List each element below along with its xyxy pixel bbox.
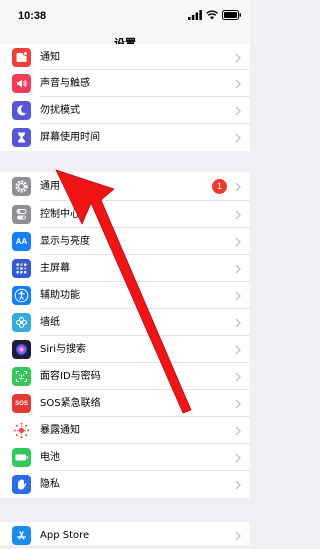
moon-icon: [12, 101, 31, 120]
hourglass-icon: [12, 128, 31, 147]
settings-group-2: 通用 1 控制中心 AA 显示与亮度 主屏幕 辅助功能 墙纸 Siri与搜索 面…: [0, 172, 250, 498]
row-label: 通知: [40, 52, 60, 63]
row-label: 电池: [40, 452, 60, 463]
text-size-icon: AA: [12, 232, 31, 251]
settings-row-face-id[interactable]: 面容ID与密码: [0, 363, 250, 390]
chevron-right-icon: [235, 182, 241, 192]
face-id-icon: [12, 367, 31, 386]
settings-row-sos[interactable]: SOS SOS紧急联络: [0, 390, 250, 417]
settings-group-1: 通知 声音与触感 勿扰模式 屏幕使用时间: [0, 44, 250, 151]
chevron-right-icon: [235, 531, 241, 541]
settings-row-general[interactable]: 通用 1: [0, 172, 250, 201]
battery-icon: [222, 10, 241, 20]
chevron-right-icon: [235, 79, 241, 89]
row-label: 暴露通知: [40, 425, 80, 436]
gear-icon: [12, 177, 31, 196]
chevron-right-icon: [235, 318, 241, 328]
sos-icon: SOS: [12, 394, 31, 413]
status-bar: 10:38: [0, 0, 250, 30]
signal-icon: [188, 10, 202, 20]
notification-badge: 1: [212, 179, 227, 194]
app-grid-icon: [12, 259, 31, 278]
status-time: 10:38: [18, 10, 47, 22]
chevron-right-icon: [235, 291, 241, 301]
toggles-icon: [12, 205, 31, 224]
settings-row-sounds[interactable]: 声音与触感: [0, 70, 250, 97]
flower-icon: [12, 313, 31, 332]
chevron-right-icon: [235, 426, 241, 436]
settings-row-control-center[interactable]: 控制中心: [0, 201, 250, 228]
settings-row-notifications[interactable]: 通知: [0, 44, 250, 70]
settings-row-siri[interactable]: Siri与搜索: [0, 336, 250, 363]
settings-row-home-screen[interactable]: 主屏幕: [0, 255, 250, 282]
notifications-icon: [12, 48, 31, 67]
speaker-icon: [12, 74, 31, 93]
battery-setting-icon: [12, 448, 31, 467]
settings-row-accessibility[interactable]: 辅助功能: [0, 282, 250, 309]
row-label: 隐私: [40, 479, 60, 490]
chevron-right-icon: [235, 399, 241, 409]
chevron-right-icon: [235, 480, 241, 490]
row-label: 通用: [40, 181, 60, 192]
app-store-icon: [12, 526, 31, 545]
chevron-right-icon: [235, 210, 241, 220]
settings-row-exposure[interactable]: 暴露通知: [0, 417, 250, 444]
row-label: 控制中心: [40, 209, 80, 220]
settings-row-battery[interactable]: 电池: [0, 444, 250, 471]
chevron-right-icon: [235, 453, 241, 463]
row-label: 显示与亮度: [40, 236, 90, 247]
row-label: 勿扰模式: [40, 105, 80, 116]
chevron-right-icon: [235, 133, 241, 143]
row-label: App Store: [40, 530, 90, 541]
settings-row-privacy[interactable]: 隐私: [0, 471, 250, 498]
wifi-icon: [206, 10, 218, 20]
siri-icon: [12, 340, 31, 359]
row-label: 声音与触感: [40, 78, 90, 89]
settings-row-dnd[interactable]: 勿扰模式: [0, 97, 250, 124]
settings-row-wallpaper[interactable]: 墙纸: [0, 309, 250, 336]
accessibility-icon: [12, 286, 31, 305]
settings-row-display[interactable]: AA 显示与亮度: [0, 228, 250, 255]
settings-row-screentime[interactable]: 屏幕使用时间: [0, 124, 250, 151]
row-label: SOS紧急联络: [40, 398, 101, 409]
chevron-right-icon: [235, 345, 241, 355]
hand-icon: [12, 475, 31, 494]
row-label: 屏幕使用时间: [40, 132, 100, 143]
chevron-right-icon: [235, 237, 241, 247]
row-label: 辅助功能: [40, 290, 80, 301]
chevron-right-icon: [235, 106, 241, 116]
chevron-right-icon: [235, 53, 241, 63]
row-label: Siri与搜索: [40, 344, 87, 355]
row-label: 主屏幕: [40, 263, 70, 274]
exposure-notification-icon: [12, 421, 31, 440]
row-label: 面容ID与密码: [40, 371, 101, 382]
chevron-right-icon: [235, 264, 241, 274]
chevron-right-icon: [235, 372, 241, 382]
row-label: 墙纸: [40, 317, 60, 328]
settings-group-3: App Store: [0, 522, 250, 545]
